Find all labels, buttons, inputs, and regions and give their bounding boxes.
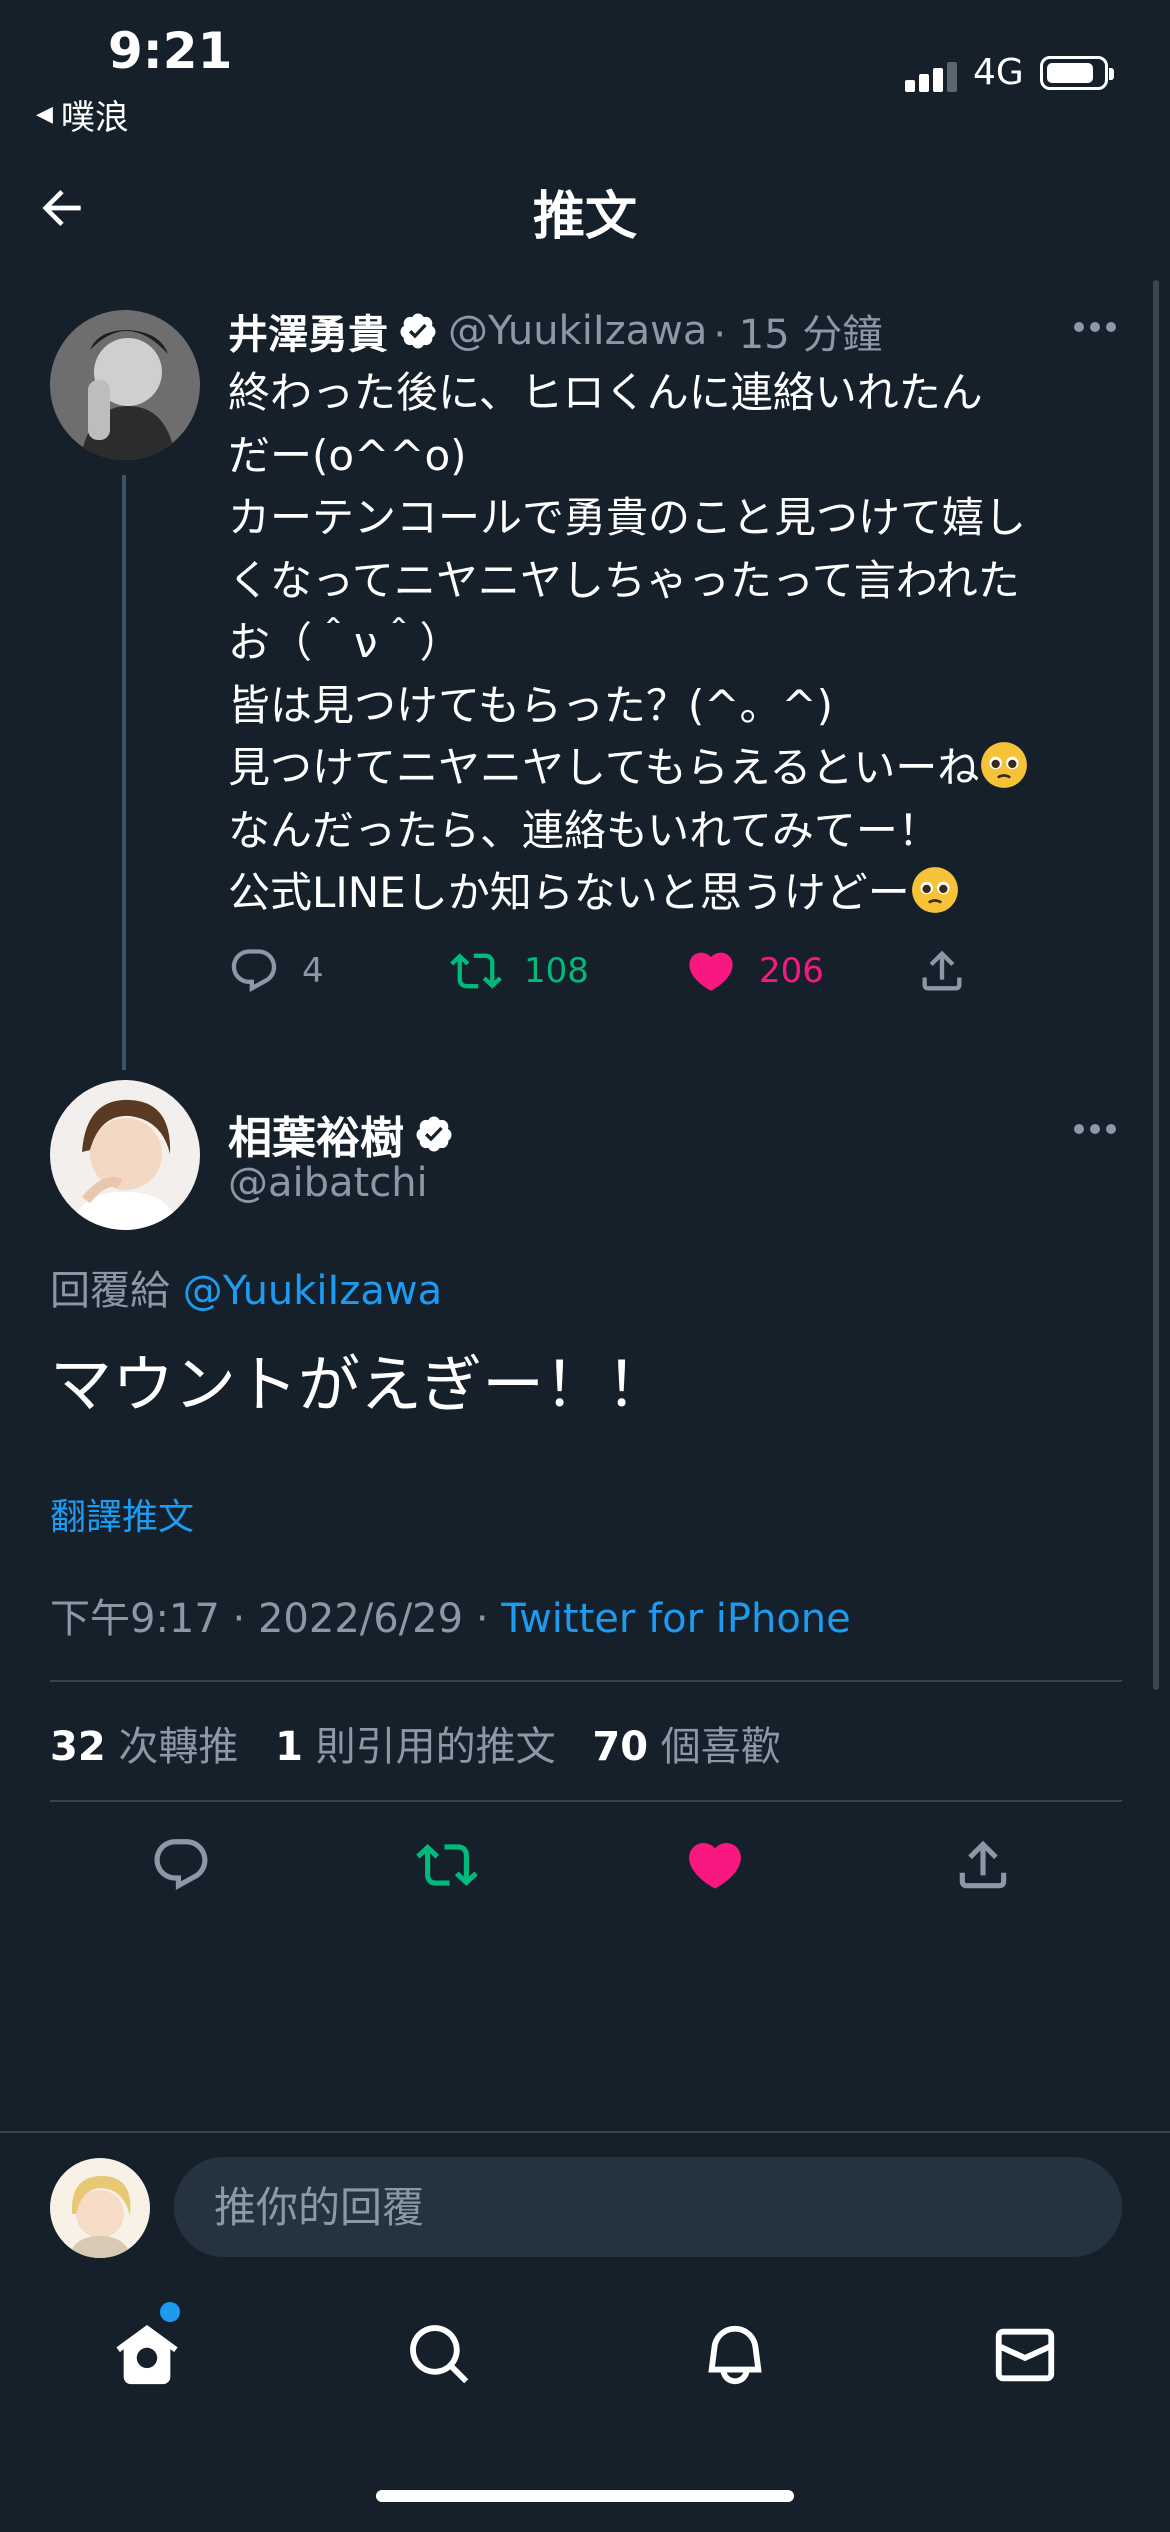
tweet1-header: 井澤勇貴 @YuukiIzawa · 15 分鐘 bbox=[228, 302, 882, 360]
signal-icon bbox=[905, 60, 965, 92]
tweet1-handle[interactable]: @YuukiIzawa bbox=[448, 308, 707, 354]
home-icon[interactable] bbox=[112, 2320, 182, 2390]
divider bbox=[50, 1680, 1122, 1682]
share-icon[interactable] bbox=[952, 1834, 1014, 1896]
tweet1-text: 終わった後に、ヒロくんに連絡いれたん だー(o^^o) カーテンコールで勇貴のこ… bbox=[228, 362, 1128, 925]
my-avatar[interactable] bbox=[50, 2158, 150, 2258]
tweet-stats: 32 次轉推 1 則引用的推文 70 個喜歡 bbox=[50, 1714, 781, 1772]
divider bbox=[50, 1800, 1122, 1802]
divider bbox=[0, 2131, 1170, 2133]
tweet-date: 2022/6/29 bbox=[257, 1596, 464, 1642]
back-app-label: 噗浪 bbox=[60, 98, 129, 138]
quotes-stat[interactable]: 1 則引用的推文 bbox=[275, 1724, 556, 1770]
reply-to-handle-link[interactable]: @YuukiIzawa bbox=[183, 1268, 442, 1314]
tweet1-line: カーテンコールで勇貴のこと見つけて嬉し bbox=[228, 493, 1027, 542]
reply-icon bbox=[231, 949, 277, 993]
tweet1-line: 皆は見つけてもらった？(^。^) bbox=[228, 680, 834, 730]
pleading-face-emoji-icon bbox=[911, 867, 958, 913]
avatar[interactable] bbox=[50, 310, 200, 460]
tweet2-actions bbox=[0, 1834, 1170, 1898]
avatar[interactable] bbox=[50, 1080, 200, 1230]
tweet-metadata: 下午9:17 · 2022/6/29 · Twitter for iPhone bbox=[50, 1596, 851, 1642]
notification-dot bbox=[160, 2302, 180, 2322]
tweet1-line: くなってニヤニヤしちゃったって言われた bbox=[228, 555, 1020, 605]
mail-icon[interactable] bbox=[990, 2320, 1060, 2390]
battery-icon bbox=[1040, 56, 1114, 90]
like-count: 206 bbox=[759, 951, 824, 991]
share-icon[interactable] bbox=[916, 945, 968, 997]
replying-to: 回覆給 @YuukiIzawa bbox=[50, 1268, 443, 1314]
reply-input[interactable] bbox=[174, 2157, 1122, 2257]
tweet1-actions: 4 108 206 bbox=[228, 945, 988, 1005]
tweet-detail-screen: 9:21 ◀ 噗浪 4G 推文 井澤勇貴 @YuukiIzawa · 15 分鐘… bbox=[0, 0, 1170, 2532]
page-title: 推文 bbox=[532, 187, 637, 247]
reply-button[interactable]: 4 bbox=[228, 945, 324, 997]
retweet-count: 108 bbox=[524, 951, 589, 991]
likes-stat[interactable]: 70 個喜歡 bbox=[592, 1724, 780, 1770]
tweet1-line: なんだったら、連絡もいれてみてー！ bbox=[228, 805, 940, 855]
tweet2-text: マウントがえぎー！！ bbox=[50, 1348, 669, 1421]
scrollbar[interactable] bbox=[1153, 280, 1159, 1690]
retweet-icon[interactable] bbox=[416, 1834, 478, 1896]
verified-badge-icon bbox=[416, 1116, 452, 1152]
retweet-button[interactable]: 108 bbox=[450, 945, 589, 997]
back-to-app-link[interactable]: ◀ 噗浪 bbox=[36, 90, 129, 139]
heart-icon bbox=[689, 952, 733, 991]
reply-icon[interactable] bbox=[150, 1834, 212, 1896]
heart-icon[interactable] bbox=[684, 1834, 746, 1896]
like-button[interactable]: 206 bbox=[685, 945, 824, 997]
tweet2-handle[interactable]: @aibatchi bbox=[228, 1160, 428, 1206]
network-label: 4G bbox=[973, 52, 1024, 93]
retweets-stat[interactable]: 32 次轉推 bbox=[50, 1724, 238, 1770]
retweet-icon bbox=[450, 953, 502, 989]
tweet1-line: 終わった後に、ヒロくんに連絡いれたん bbox=[228, 368, 983, 417]
more-icon[interactable] bbox=[1074, 322, 1118, 334]
back-triangle-icon: ◀ bbox=[36, 102, 53, 127]
tweet1-line-with-emoji: 見つけてニヤニヤしてもらえるといーね bbox=[228, 737, 1128, 800]
tweet2-author-name[interactable]: 相葉裕樹 bbox=[228, 1102, 464, 1166]
tweet1-time: · 15 分鐘 bbox=[713, 312, 883, 358]
tweet-time: 下午9:17 bbox=[50, 1596, 220, 1642]
search-icon[interactable] bbox=[405, 2320, 475, 2390]
pleading-face-emoji-icon bbox=[981, 742, 1028, 788]
bell-icon[interactable] bbox=[700, 2320, 770, 2390]
home-indicator[interactable] bbox=[376, 2490, 794, 2502]
tweet1-line: だー(o^^o) bbox=[228, 430, 467, 480]
status-time: 9:21 bbox=[108, 22, 233, 80]
translate-tweet-link[interactable]: 翻譯推文 bbox=[50, 1488, 194, 1540]
verified-badge-icon bbox=[400, 313, 436, 349]
thread-line bbox=[122, 475, 126, 1070]
tweet1-author-name[interactable]: 井澤勇貴 bbox=[228, 302, 388, 360]
tweet-client-link[interactable]: Twitter for iPhone bbox=[501, 1596, 851, 1642]
more-icon[interactable] bbox=[1074, 1124, 1118, 1136]
tweet1-line-with-emoji: 公式LINEしか知らないと思うけどー bbox=[228, 862, 1128, 925]
reply-count: 4 bbox=[302, 951, 324, 991]
tweet1-line: お（＾ν＾） bbox=[228, 618, 462, 667]
